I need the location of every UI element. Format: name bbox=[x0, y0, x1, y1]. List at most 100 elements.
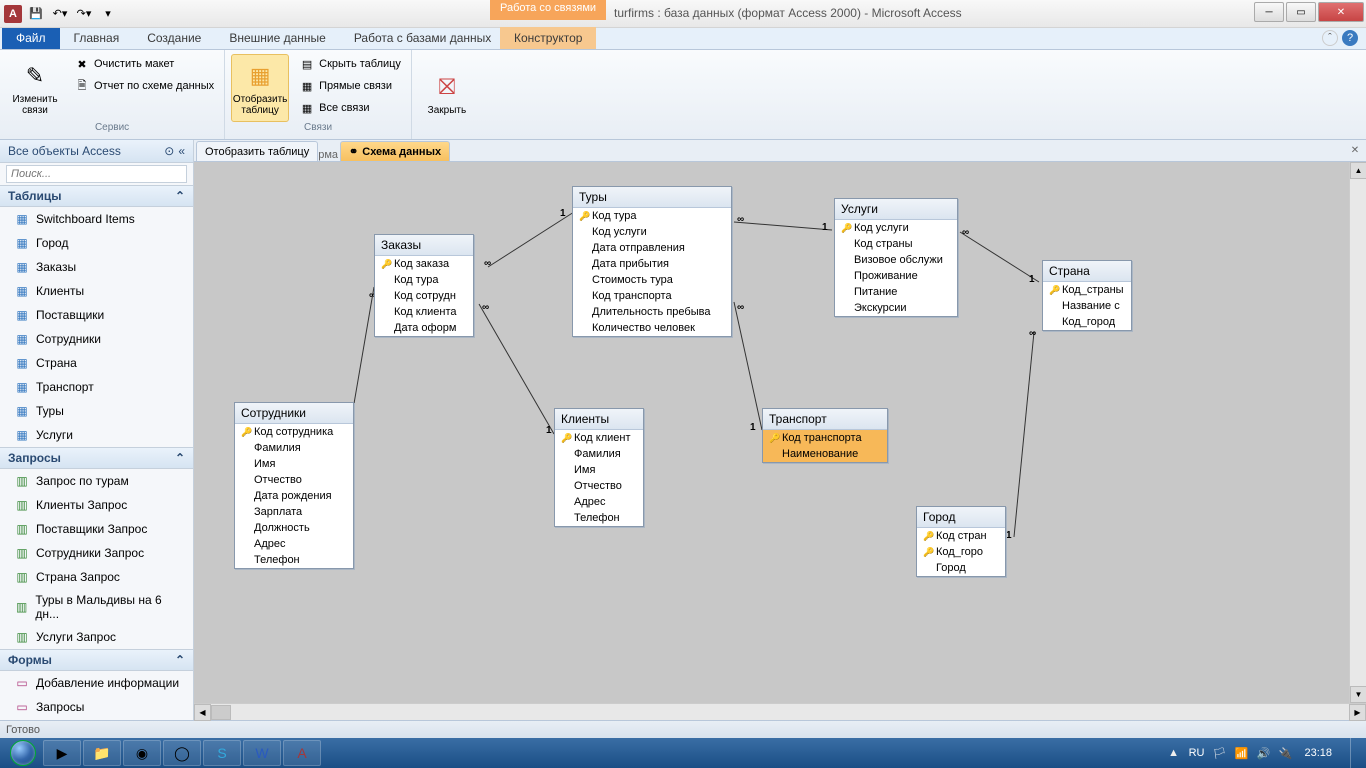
qat-dropdown-icon[interactable]: ▾ bbox=[98, 4, 118, 24]
table-field[interactable]: Стоимость тура bbox=[573, 272, 731, 288]
table-field[interactable]: Город bbox=[917, 560, 1005, 576]
doc-tab-close-icon[interactable]: ✕ bbox=[1348, 143, 1362, 157]
table-field[interactable]: Дата отправления bbox=[573, 240, 731, 256]
scroll-thumb[interactable] bbox=[211, 705, 231, 720]
table-field[interactable]: Зарплата bbox=[235, 504, 353, 520]
taskbar-media-player[interactable]: ▶ bbox=[43, 740, 81, 766]
nav-item[interactable]: ▦Город bbox=[0, 231, 193, 255]
table-field[interactable]: Отчество bbox=[235, 472, 353, 488]
nav-group-header[interactable]: Запросы⌃ bbox=[0, 447, 193, 469]
nav-header[interactable]: Все объекты Access ⊙« bbox=[0, 140, 193, 163]
table-field[interactable]: Количество человек bbox=[573, 320, 731, 336]
table-box-uslugi[interactable]: Услуги🔑Код услугиКод страныВизовое обслу… bbox=[834, 198, 958, 317]
edit-relationships-button[interactable]: ✎ Изменить связи bbox=[6, 54, 64, 122]
nav-item[interactable]: ▦Туры bbox=[0, 399, 193, 423]
nav-item[interactable]: ▭Запросы bbox=[0, 695, 193, 719]
close-button[interactable]: ✕ bbox=[1318, 2, 1364, 22]
table-field[interactable]: 🔑Код_страны bbox=[1043, 282, 1131, 298]
taskbar-chrome[interactable]: ◯ bbox=[163, 740, 201, 766]
direct-relationships-button[interactable]: ▦Прямые связи bbox=[295, 76, 405, 96]
table-field[interactable]: Название с bbox=[1043, 298, 1131, 314]
nav-item[interactable]: ▦Страна bbox=[0, 351, 193, 375]
table-field[interactable]: Экскурсии bbox=[835, 300, 957, 316]
table-title[interactable]: Сотрудники bbox=[235, 403, 353, 424]
minimize-button[interactable]: ─ bbox=[1254, 2, 1284, 22]
tab-design[interactable]: Конструктор bbox=[500, 27, 596, 49]
taskbar-steam[interactable]: ◉ bbox=[123, 740, 161, 766]
table-field[interactable]: Проживание bbox=[835, 268, 957, 284]
table-field[interactable]: Адрес bbox=[235, 536, 353, 552]
table-field[interactable]: Код сотрудн bbox=[375, 288, 473, 304]
tray-volume-icon[interactable]: 🔊 bbox=[1256, 746, 1270, 760]
taskbar-skype[interactable]: S bbox=[203, 740, 241, 766]
table-field[interactable]: Код клиента bbox=[375, 304, 473, 320]
table-field[interactable]: Длительность пребыва bbox=[573, 304, 731, 320]
scroll-up-icon[interactable]: ▲ bbox=[1350, 162, 1366, 179]
table-field[interactable]: Визовое обслужи bbox=[835, 252, 957, 268]
table-field[interactable]: Фамилия bbox=[555, 446, 643, 462]
table-field[interactable]: 🔑Код услуги bbox=[835, 220, 957, 236]
table-field[interactable]: 🔑Код транспорта bbox=[763, 430, 887, 446]
show-desktop-button[interactable] bbox=[1350, 738, 1360, 768]
vertical-scrollbar[interactable]: ▲ ▼ bbox=[1349, 162, 1366, 703]
taskbar-access[interactable]: A bbox=[283, 740, 321, 766]
table-field[interactable]: Телефон bbox=[555, 510, 643, 526]
save-icon[interactable]: 💾 bbox=[26, 4, 46, 24]
table-field[interactable]: Код транспорта bbox=[573, 288, 731, 304]
table-title[interactable]: Город bbox=[917, 507, 1005, 528]
table-box-tury[interactable]: Туры🔑Код тураКод услугиДата отправленияД… bbox=[572, 186, 732, 337]
table-field[interactable]: 🔑Код сотрудника bbox=[235, 424, 353, 440]
table-field[interactable]: 🔑Код клиент bbox=[555, 430, 643, 446]
table-field[interactable]: Код страны bbox=[835, 236, 957, 252]
table-field[interactable]: Код тура bbox=[375, 272, 473, 288]
nav-item[interactable]: ▥Услуги Запрос bbox=[0, 625, 193, 649]
nav-item[interactable]: ▥Запрос по турам bbox=[0, 469, 193, 493]
nav-item[interactable]: ▦Сотрудники bbox=[0, 327, 193, 351]
nav-item[interactable]: ▥Сотрудники Запрос bbox=[0, 541, 193, 565]
table-box-transport[interactable]: Транспорт🔑Код транспортаНаименование bbox=[762, 408, 888, 463]
table-box-sotrudniki[interactable]: Сотрудники🔑Код сотрудникаФамилияИмяОтчес… bbox=[234, 402, 354, 569]
nav-item[interactable]: ▥Туры в Мальдивы на 6 дн... bbox=[0, 589, 193, 625]
help-icon[interactable]: ? bbox=[1342, 30, 1358, 46]
tray-clock[interactable]: 23:18 bbox=[1300, 747, 1336, 759]
tray-flag-icon[interactable]: 🏳 bbox=[1212, 746, 1226, 760]
table-box-strana[interactable]: Страна🔑Код_страныНазвание сКод_город bbox=[1042, 260, 1132, 331]
table-box-klienty[interactable]: Клиенты🔑Код клиентФамилияИмяОтчествоАдре… bbox=[554, 408, 644, 527]
scroll-right-icon[interactable]: ▶ bbox=[1349, 704, 1366, 721]
table-field[interactable]: 🔑Код стран bbox=[917, 528, 1005, 544]
tab-create[interactable]: Создание bbox=[133, 27, 215, 49]
table-box-zakazy[interactable]: Заказы🔑Код заказаКод тураКод сотруднКод … bbox=[374, 234, 474, 337]
undo-icon[interactable]: ↶▾ bbox=[50, 4, 70, 24]
tray-network-icon[interactable]: 📶 bbox=[1234, 746, 1248, 760]
table-field[interactable]: 🔑Код заказа bbox=[375, 256, 473, 272]
nav-search-input[interactable] bbox=[6, 165, 187, 183]
table-field[interactable]: Телефон bbox=[235, 552, 353, 568]
table-title[interactable]: Туры bbox=[573, 187, 731, 208]
clear-layout-button[interactable]: ✖Очистить макет bbox=[70, 54, 218, 74]
nav-item[interactable]: ▦Услуги bbox=[0, 423, 193, 447]
start-button[interactable] bbox=[4, 738, 42, 768]
nav-item[interactable]: ▥Поставщики Запрос bbox=[0, 517, 193, 541]
table-title[interactable]: Клиенты bbox=[555, 409, 643, 430]
table-field[interactable]: Код услуги bbox=[573, 224, 731, 240]
tray-battery-icon[interactable]: 🔌 bbox=[1278, 746, 1292, 760]
table-field[interactable]: Фамилия bbox=[235, 440, 353, 456]
tray-up-icon[interactable]: ▲ bbox=[1167, 746, 1181, 760]
table-title[interactable]: Страна bbox=[1043, 261, 1131, 282]
nav-item[interactable]: ▦Транспорт bbox=[0, 375, 193, 399]
table-field[interactable]: Наименование bbox=[763, 446, 887, 462]
tab-external[interactable]: Внешние данные bbox=[215, 27, 340, 49]
table-field[interactable]: Должность bbox=[235, 520, 353, 536]
nav-collapse-icon[interactable]: ⊙« bbox=[164, 144, 185, 158]
nav-item[interactable]: ▭Информация о турфирме bbox=[0, 719, 193, 720]
nav-group-header[interactable]: Формы⌃ bbox=[0, 649, 193, 671]
tray-language[interactable]: RU bbox=[1189, 747, 1205, 759]
nav-item[interactable]: ▥Страна Запрос bbox=[0, 565, 193, 589]
ribbon-minimize-icon[interactable]: ˆ bbox=[1322, 30, 1338, 46]
hide-table-button[interactable]: ▤Скрыть таблицу bbox=[295, 54, 405, 74]
tab-home[interactable]: Главная bbox=[60, 27, 134, 49]
table-field[interactable]: Дата оформ bbox=[375, 320, 473, 336]
table-field[interactable]: Дата прибытия bbox=[573, 256, 731, 272]
nav-item[interactable]: ▭Добавление информации bbox=[0, 671, 193, 695]
tab-database[interactable]: Работа с базами данных bbox=[340, 27, 505, 49]
